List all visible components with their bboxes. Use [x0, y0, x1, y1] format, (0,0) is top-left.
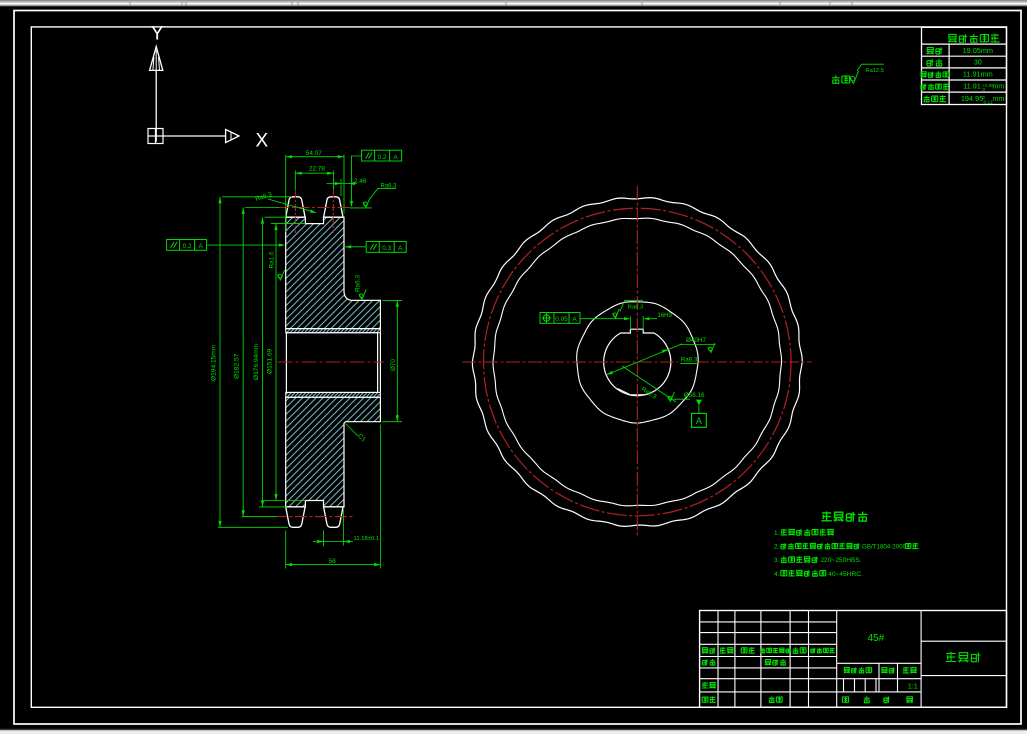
svg-text:Ø151.69: Ø151.69 [267, 348, 274, 374]
svg-text:0.2: 0.2 [183, 243, 192, 250]
svg-text:4.: 4. [774, 571, 780, 578]
svg-text:45#: 45# [868, 633, 885, 644]
svg-text:mm: mm [993, 83, 1005, 91]
svg-text:0.05: 0.05 [555, 316, 568, 323]
svg-text:Ra1.6: Ra1.6 [269, 251, 276, 268]
svg-text:22.78: 22.78 [309, 166, 325, 173]
svg-text:Ra6.3: Ra6.3 [681, 357, 698, 364]
svg-text:11.91: 11.91 [963, 82, 981, 91]
svg-text:58: 58 [329, 558, 337, 565]
svg-text:2.46: 2.46 [354, 178, 367, 185]
svg-text:11.91mm: 11.91mm [963, 70, 993, 79]
svg-text:0.3: 0.3 [382, 245, 391, 252]
svg-text:Ø194.15mm: Ø194.15mm [211, 344, 218, 381]
svg-text:54.07: 54.07 [306, 150, 322, 157]
svg-text:Ra6.3: Ra6.3 [381, 183, 398, 189]
svg-text:16H9: 16H9 [658, 313, 673, 319]
svg-text:Ø176.94mm: Ø176.94mm [253, 343, 260, 380]
svg-text:A: A [572, 316, 577, 323]
svg-text:A: A [393, 154, 398, 161]
svg-text:Ra6.3: Ra6.3 [628, 305, 643, 311]
svg-text:3.: 3. [774, 557, 780, 564]
svg-text:194.95: 194.95 [961, 94, 983, 103]
svg-text:Ø58.16: Ø58.16 [684, 392, 705, 399]
svg-text:0.2: 0.2 [378, 154, 387, 161]
svg-text:30: 30 [974, 58, 982, 67]
svg-text:A: A [198, 243, 203, 250]
svg-text:40~45HRC.: 40~45HRC. [828, 571, 863, 578]
svg-text:11.18±0.1: 11.18±0.1 [354, 536, 380, 542]
svg-text:Ø70: Ø70 [390, 359, 397, 371]
svg-text:mm: mm [993, 95, 1005, 103]
svg-text:220~250HBS.: 220~250HBS. [820, 557, 861, 564]
svg-text:Ra6.3: Ra6.3 [355, 275, 362, 292]
svg-text:Ø182.57: Ø182.57 [234, 353, 241, 379]
svg-text:Ra12.5: Ra12.5 [866, 68, 884, 74]
svg-text:X: X [256, 131, 269, 152]
svg-text:1:1: 1:1 [908, 682, 918, 691]
svg-text:A: A [398, 245, 403, 252]
svg-text:Ø40H7: Ø40H7 [686, 337, 706, 344]
svg-text:A: A [696, 416, 702, 426]
svg-text:2.: 2. [774, 544, 780, 551]
svg-text:19.05mm: 19.05mm [963, 46, 993, 55]
svg-text:-0.12: -0.12 [983, 99, 994, 104]
svg-text:GB/T1804-2000: GB/T1804-2000 [862, 544, 907, 551]
svg-text:1.: 1. [774, 530, 780, 537]
svg-text:Y: Y [151, 24, 164, 45]
